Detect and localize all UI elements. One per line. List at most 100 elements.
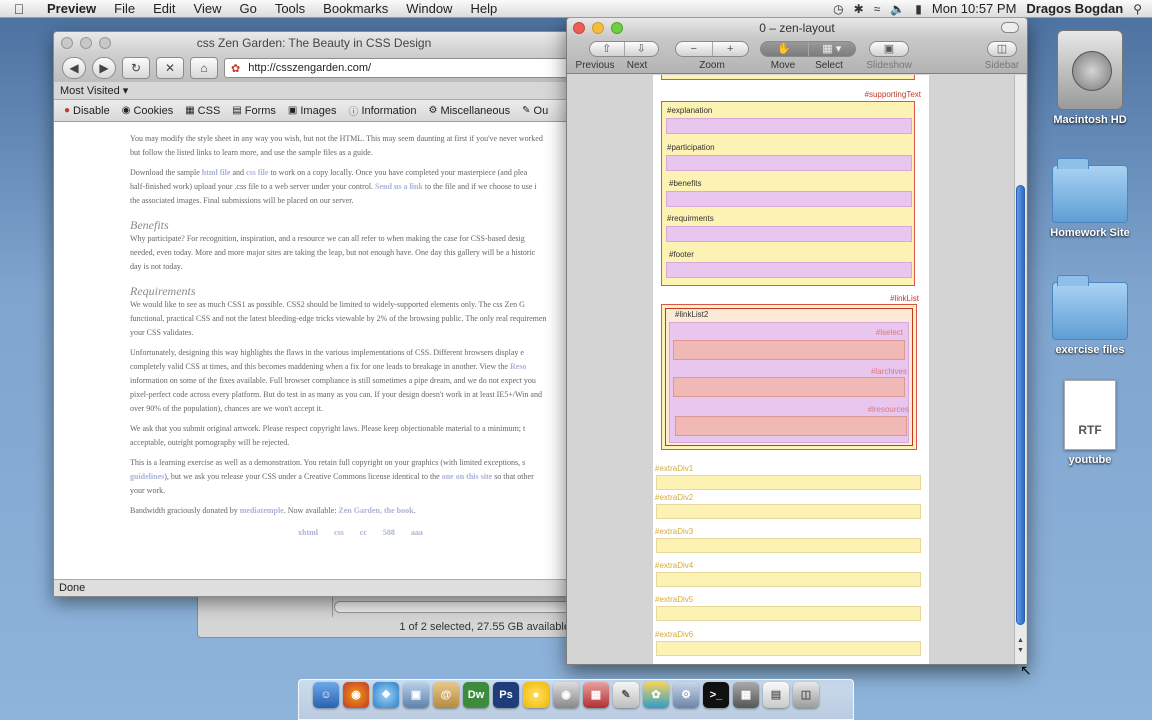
label-requirments: #requirments bbox=[667, 214, 714, 223]
zoom-out-button[interactable]: − bbox=[676, 42, 712, 56]
devbar-disable[interactable]: ● Disable bbox=[58, 105, 116, 117]
footer-link-508[interactable]: 508 bbox=[383, 528, 395, 537]
devbar-forms[interactable]: ▤ Forms bbox=[226, 105, 282, 117]
terminal-icon[interactable]: >_ bbox=[703, 682, 729, 708]
home-button[interactable]: ⌂ bbox=[190, 57, 218, 79]
slideshow-button[interactable]: ▣ bbox=[869, 41, 909, 57]
bar-larchives bbox=[673, 377, 905, 397]
menu-go[interactable]: Go bbox=[230, 0, 265, 18]
next-button[interactable]: ⇩ bbox=[623, 42, 659, 56]
devbar-outline[interactable]: ✎ Ou bbox=[516, 105, 554, 117]
link-mediatemple[interactable]: mediatemple bbox=[240, 506, 284, 515]
textedit-icon[interactable]: ✎ bbox=[613, 682, 639, 708]
close-button[interactable] bbox=[61, 37, 73, 49]
firefox-icon[interactable]: ◉ bbox=[343, 682, 369, 708]
spotlight-icon[interactable]: ⚲ bbox=[1133, 2, 1142, 16]
devbar-information[interactable]: ⓘ Information bbox=[342, 103, 422, 119]
menu-file[interactable]: File bbox=[105, 0, 144, 18]
footer-link-aaa[interactable]: aaa bbox=[411, 528, 423, 537]
scroll-down-arrow-icon[interactable]: ▼ bbox=[1015, 647, 1026, 654]
select-icon[interactable]: ▦ ▾ bbox=[807, 42, 856, 56]
preview-icon[interactable]: ▣ bbox=[403, 682, 429, 708]
scroll-thumb[interactable] bbox=[1016, 185, 1025, 625]
label-linkList: #linkList bbox=[890, 294, 919, 303]
url-bar[interactable]: ✿ http://csszengarden.com/ bbox=[224, 58, 574, 78]
close-button[interactable] bbox=[573, 22, 585, 34]
preview-titlebar[interactable]: 0 – zen-layout bbox=[567, 18, 1027, 38]
link-send-us[interactable]: Send us a link bbox=[375, 182, 423, 191]
footer-link-cc[interactable]: cc bbox=[360, 528, 367, 537]
desktop-item-homework-site[interactable]: Homework Site bbox=[1040, 155, 1140, 239]
site-favicon-icon: ✿ bbox=[231, 62, 241, 75]
finder-icon[interactable]: ☺ bbox=[313, 682, 339, 708]
battery-icon[interactable]: ▮ bbox=[915, 2, 922, 16]
desktop-item-exercise-files[interactable]: exercise files bbox=[1040, 272, 1140, 356]
menu-user[interactable]: Dragos Bogdan bbox=[1026, 1, 1123, 16]
adium-icon[interactable]: ● bbox=[523, 682, 549, 708]
stop-button[interactable]: ✕ bbox=[156, 57, 184, 79]
firefox-titlebar[interactable]: css Zen Garden: The Beauty in CSS Design bbox=[54, 32, 574, 54]
bluetooth-icon[interactable]: ✱ bbox=[854, 2, 864, 16]
firefox-window: css Zen Garden: The Beauty in CSS Design… bbox=[53, 31, 575, 597]
bookmark-most-visited[interactable]: Most Visited bbox=[60, 85, 120, 97]
finder-scrollbar[interactable] bbox=[334, 601, 574, 613]
devbar-images[interactable]: ▣ Images bbox=[282, 105, 343, 117]
image-capture-icon[interactable]: ◉ bbox=[553, 682, 579, 708]
utility-icon[interactable]: ▦ bbox=[733, 682, 759, 708]
safari-icon[interactable]: ❖ bbox=[373, 682, 399, 708]
desktop-item-macintosh-hd[interactable]: Macintosh HD bbox=[1040, 30, 1140, 126]
wifi-icon[interactable]: ≈ bbox=[874, 2, 881, 16]
reload-button[interactable]: ↻ bbox=[122, 57, 150, 79]
menu-bookmarks[interactable]: Bookmarks bbox=[314, 0, 397, 18]
zoom-button[interactable] bbox=[99, 37, 111, 49]
link-resources[interactable]: Reso bbox=[510, 362, 526, 371]
sidebar-button[interactable]: ◫ bbox=[987, 41, 1017, 57]
address-book-icon[interactable]: @ bbox=[433, 682, 459, 708]
volume-icon[interactable]: 🔈 bbox=[890, 2, 905, 16]
forward-button[interactable]: ▶ bbox=[92, 57, 116, 79]
next-label: Next bbox=[626, 60, 648, 71]
menu-tools[interactable]: Tools bbox=[266, 0, 314, 18]
link-guidelines[interactable]: guidelines bbox=[130, 472, 164, 481]
move-hand-icon[interactable]: ✋ bbox=[761, 42, 808, 56]
dreamweaver-icon[interactable]: Dw bbox=[463, 682, 489, 708]
link-book[interactable]: Zen Garden, the book bbox=[338, 506, 413, 515]
devbar-css[interactable]: ▦ CSS bbox=[179, 105, 226, 117]
minimize-button[interactable] bbox=[80, 37, 92, 49]
link-css-file[interactable]: css file bbox=[246, 168, 268, 177]
menu-clock[interactable]: Mon 10:57 PM bbox=[932, 1, 1017, 16]
system-preferences-icon[interactable]: ⚙ bbox=[673, 682, 699, 708]
miscellaneous-icon: ⚙ bbox=[428, 105, 438, 116]
link-license[interactable]: one on this site bbox=[442, 472, 492, 481]
menu-edit[interactable]: Edit bbox=[144, 0, 184, 18]
scroll-up-arrow-icon[interactable]: ▲ bbox=[1015, 637, 1026, 644]
footer-link-css[interactable]: css bbox=[334, 528, 344, 537]
time-machine-icon[interactable]: ◷ bbox=[833, 2, 843, 16]
trash-icon[interactable]: ◫ bbox=[793, 682, 819, 708]
paragraph: We would like to see as much CSS1 as pos… bbox=[130, 300, 547, 337]
heading-requirements: Requirements bbox=[130, 284, 196, 298]
preview-document-icon[interactable]: ▦ bbox=[583, 682, 609, 708]
photoshop-icon[interactable]: Ps bbox=[493, 682, 519, 708]
devbar-miscellaneous[interactable]: ⚙ Miscellaneous bbox=[422, 105, 516, 117]
menu-help[interactable]: Help bbox=[461, 0, 506, 18]
paragraph: Bandwidth graciously donated by mediatem… bbox=[130, 506, 416, 515]
document-stack-icon[interactable]: ▤ bbox=[763, 682, 789, 708]
desktop-item-youtube[interactable]: RTF youtube bbox=[1040, 380, 1140, 466]
toolbar-toggle-button[interactable] bbox=[1001, 22, 1019, 33]
menu-window[interactable]: Window bbox=[397, 0, 461, 18]
zoom-in-button[interactable]: + bbox=[711, 42, 749, 56]
footer-links: xhtml css cc 508 aaa bbox=[298, 526, 574, 540]
back-button[interactable]: ◀ bbox=[62, 57, 86, 79]
devbar-cookies[interactable]: ◉ Cookies bbox=[116, 105, 179, 117]
minimize-button[interactable] bbox=[592, 22, 604, 34]
menu-view[interactable]: View bbox=[185, 0, 231, 18]
footer-link-xhtml[interactable]: xhtml bbox=[298, 528, 318, 537]
menu-app-name[interactable]: Preview bbox=[38, 0, 105, 18]
apple-menu-icon[interactable]:  bbox=[0, 1, 38, 17]
previous-button[interactable]: ⇧ bbox=[590, 42, 624, 56]
zoom-button[interactable] bbox=[611, 22, 623, 34]
link-html-file[interactable]: html file bbox=[202, 168, 231, 177]
fetch-icon[interactable]: ✿ bbox=[643, 682, 669, 708]
preview-scrollbar[interactable]: ▲ ▼ bbox=[1014, 75, 1026, 664]
